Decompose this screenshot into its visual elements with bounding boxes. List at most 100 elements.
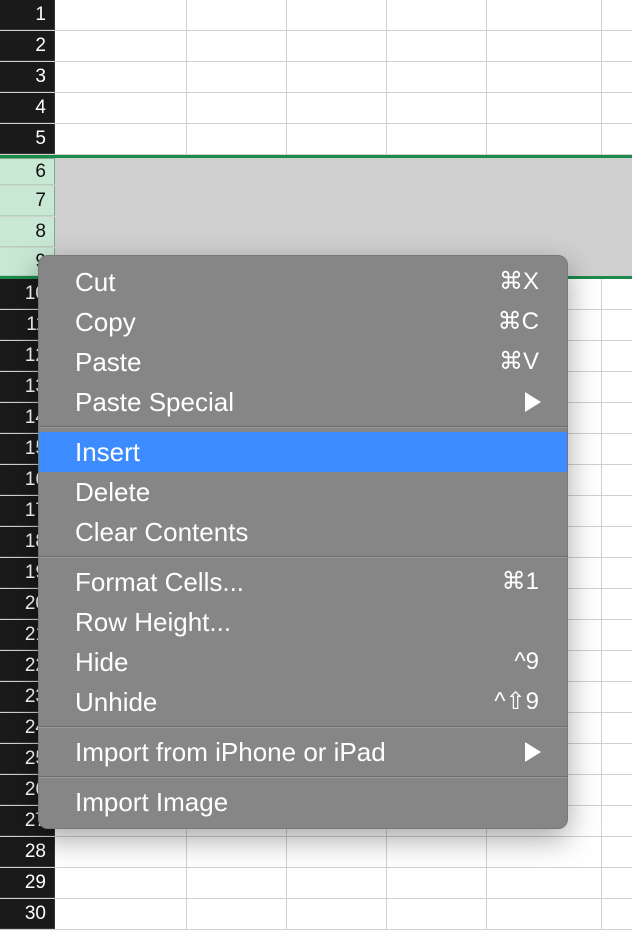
spreadsheet-row[interactable]: 5 — [0, 124, 632, 155]
cell[interactable] — [602, 93, 632, 123]
cell[interactable] — [55, 837, 187, 867]
menu-item-insert[interactable]: Insert — [39, 432, 567, 472]
menu-item-unhide[interactable]: Unhide^⇧9 — [39, 682, 567, 722]
row-header[interactable]: 4 — [0, 93, 55, 123]
cell[interactable] — [602, 217, 632, 247]
menu-item-copy[interactable]: Copy⌘C — [39, 302, 567, 342]
spreadsheet-row[interactable]: 2 — [0, 31, 632, 62]
cell[interactable] — [55, 186, 187, 216]
row-header[interactable]: 29 — [0, 868, 55, 898]
cell[interactable] — [187, 868, 287, 898]
cell[interactable] — [487, 124, 602, 154]
cell[interactable] — [602, 403, 632, 433]
cell[interactable] — [187, 31, 287, 61]
menu-item-import-image[interactable]: Import Image — [39, 782, 567, 822]
cell[interactable] — [487, 31, 602, 61]
cell[interactable] — [602, 279, 632, 309]
cell[interactable] — [387, 158, 487, 185]
cell[interactable] — [287, 62, 387, 92]
cell[interactable] — [602, 124, 632, 154]
cell[interactable] — [287, 0, 387, 30]
cell[interactable] — [602, 341, 632, 371]
cell[interactable] — [602, 465, 632, 495]
cell[interactable] — [487, 217, 602, 247]
cell[interactable] — [602, 806, 632, 836]
cell[interactable] — [287, 868, 387, 898]
cell[interactable] — [387, 93, 487, 123]
cell[interactable] — [602, 372, 632, 402]
menu-item-clear-contents[interactable]: Clear Contents — [39, 512, 567, 552]
row-header[interactable]: 3 — [0, 62, 55, 92]
cell[interactable] — [55, 62, 187, 92]
cell[interactable] — [55, 158, 187, 185]
cell[interactable] — [602, 186, 632, 216]
row-header[interactable]: 28 — [0, 837, 55, 867]
menu-item-cut[interactable]: Cut⌘X — [39, 262, 567, 302]
cell[interactable] — [602, 248, 632, 276]
cell[interactable] — [487, 837, 602, 867]
cell[interactable] — [602, 589, 632, 619]
cell[interactable] — [387, 868, 487, 898]
spreadsheet-row[interactable]: 6 — [0, 155, 632, 186]
menu-item-delete[interactable]: Delete — [39, 472, 567, 512]
cell[interactable] — [602, 837, 632, 867]
cell[interactable] — [602, 744, 632, 774]
cell[interactable] — [387, 837, 487, 867]
spreadsheet-row[interactable]: 3 — [0, 62, 632, 93]
cell[interactable] — [602, 158, 632, 185]
menu-item-hide[interactable]: Hide^9 — [39, 642, 567, 682]
cell[interactable] — [602, 558, 632, 588]
cell[interactable] — [287, 31, 387, 61]
cell[interactable] — [602, 496, 632, 526]
row-header[interactable]: 5 — [0, 124, 55, 154]
cell[interactable] — [602, 434, 632, 464]
cell[interactable] — [602, 682, 632, 712]
cell[interactable] — [387, 124, 487, 154]
cell[interactable] — [487, 186, 602, 216]
cell[interactable] — [602, 620, 632, 650]
menu-item-format-cells[interactable]: Format Cells...⌘1 — [39, 562, 567, 602]
cell[interactable] — [387, 217, 487, 247]
cell[interactable] — [187, 217, 287, 247]
cell[interactable] — [187, 186, 287, 216]
cell[interactable] — [55, 31, 187, 61]
cell[interactable] — [55, 899, 187, 929]
cell[interactable] — [387, 31, 487, 61]
cell[interactable] — [387, 186, 487, 216]
cell[interactable] — [187, 93, 287, 123]
cell[interactable] — [187, 899, 287, 929]
cell[interactable] — [287, 837, 387, 867]
spreadsheet-row[interactable]: 1 — [0, 0, 632, 31]
cell[interactable] — [287, 186, 387, 216]
cell[interactable] — [387, 0, 487, 30]
row-header[interactable]: 1 — [0, 0, 55, 30]
cell[interactable] — [487, 899, 602, 929]
cell[interactable] — [602, 310, 632, 340]
cell[interactable] — [187, 0, 287, 30]
cell[interactable] — [55, 0, 187, 30]
cell[interactable] — [55, 868, 187, 898]
cell[interactable] — [287, 217, 387, 247]
cell[interactable] — [487, 868, 602, 898]
menu-item-paste-special[interactable]: Paste Special — [39, 382, 567, 422]
menu-item-paste[interactable]: Paste⌘V — [39, 342, 567, 382]
spreadsheet-row[interactable]: 30 — [0, 899, 632, 930]
row-header[interactable]: 2 — [0, 31, 55, 61]
spreadsheet-row[interactable]: 7 — [0, 186, 632, 217]
menu-item-row-height[interactable]: Row Height... — [39, 602, 567, 642]
spreadsheet-row[interactable]: 8 — [0, 217, 632, 248]
row-header[interactable]: 30 — [0, 899, 55, 929]
cell[interactable] — [287, 124, 387, 154]
cell[interactable] — [387, 62, 487, 92]
spreadsheet-row[interactable]: 4 — [0, 93, 632, 124]
spreadsheet-row[interactable]: 28 — [0, 837, 632, 868]
cell[interactable] — [487, 0, 602, 30]
cell[interactable] — [187, 62, 287, 92]
cell[interactable] — [287, 93, 387, 123]
cell[interactable] — [487, 158, 602, 185]
cell[interactable] — [487, 62, 602, 92]
row-header[interactable]: 6 — [0, 158, 55, 185]
cell[interactable] — [602, 0, 632, 30]
row-header[interactable]: 7 — [0, 186, 55, 216]
cell[interactable] — [602, 62, 632, 92]
